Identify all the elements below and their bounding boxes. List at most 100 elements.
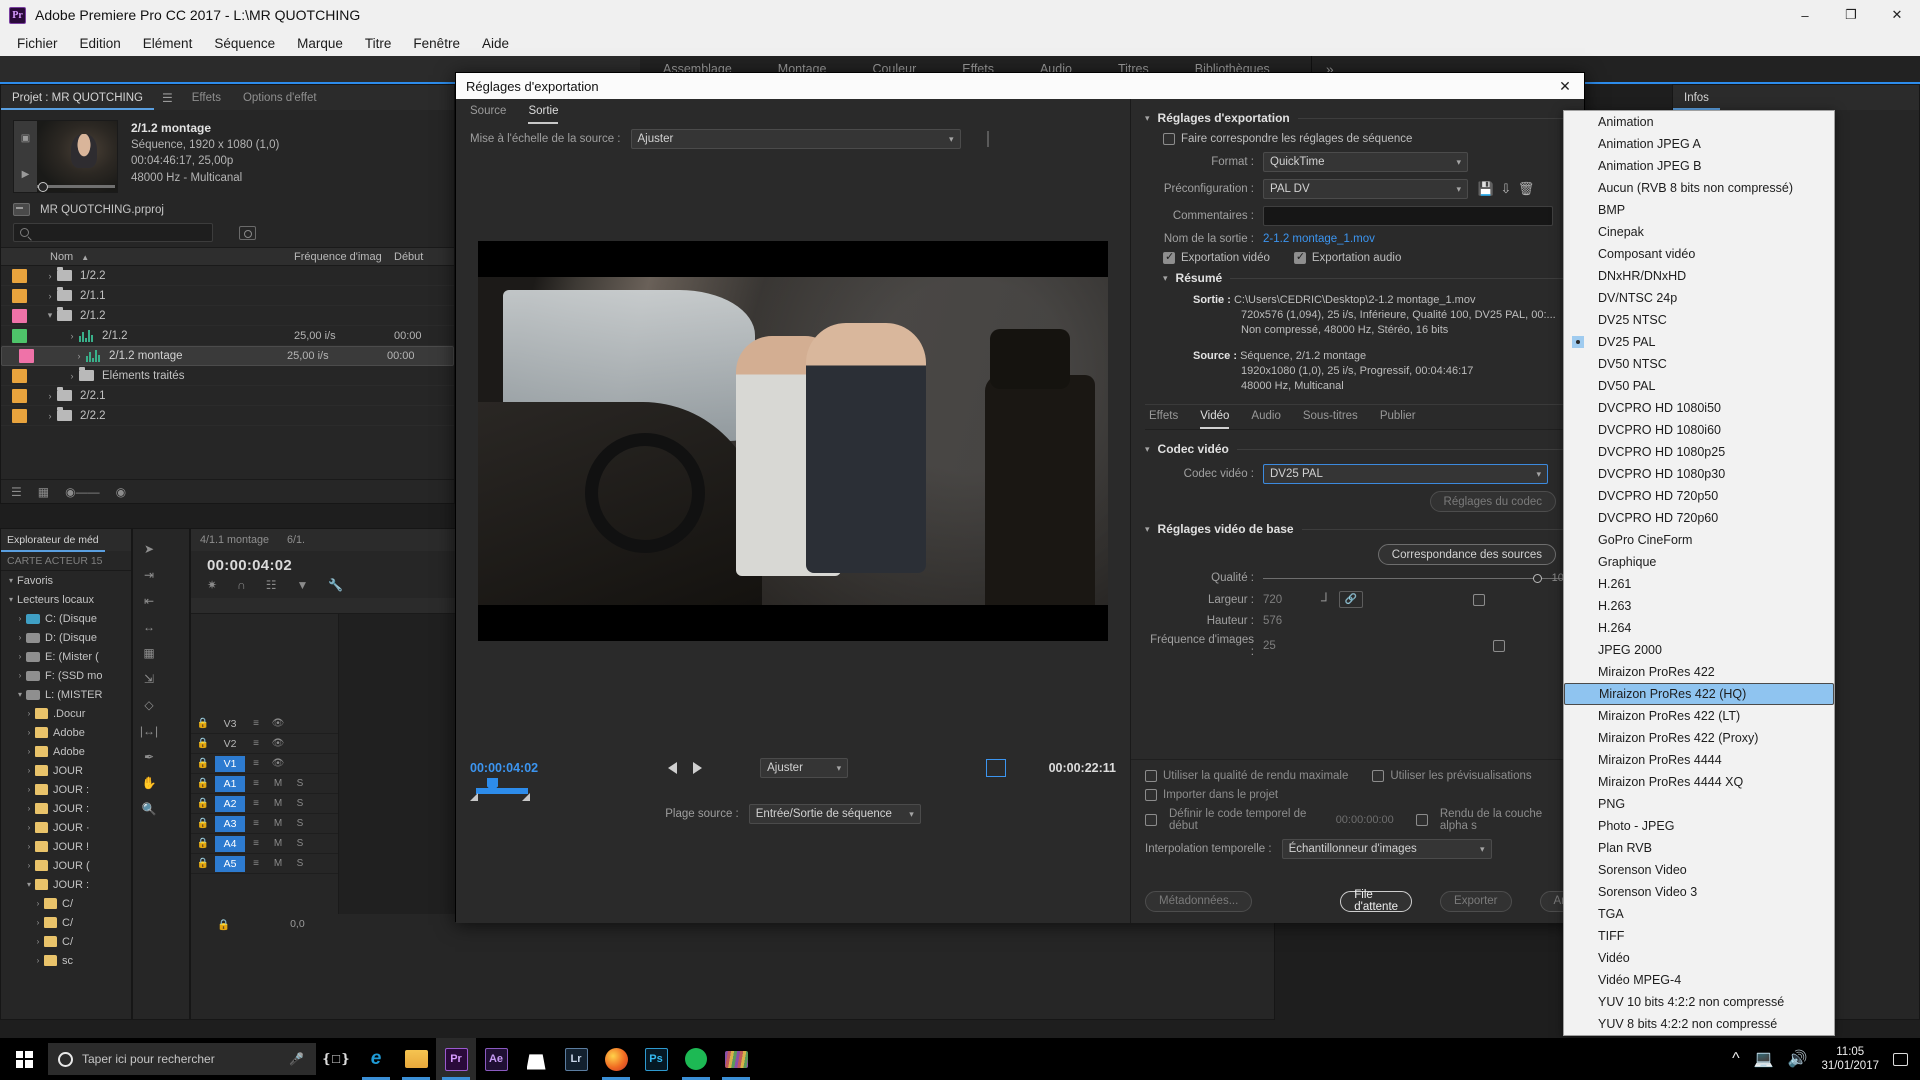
- codec-dropdown-item[interactable]: Miraizon ProRes 4444 XQ: [1564, 771, 1834, 793]
- play-icon[interactable]: ▶: [22, 169, 30, 180]
- timeline-tab-0[interactable]: 4/1.1 montage: [191, 528, 278, 552]
- list-item[interactable]: ›C/: [1, 932, 131, 951]
- expand-arrow-icon[interactable]: ▾: [5, 576, 17, 585]
- ripple-edit-icon[interactable]: ⇤: [137, 589, 161, 613]
- maximize-button[interactable]: ❐: [1828, 0, 1874, 30]
- codec-dropdown-item[interactable]: TIFF: [1564, 925, 1834, 947]
- tab-publier[interactable]: Publier: [1380, 405, 1416, 429]
- table-row[interactable]: ›2/1.1: [1, 286, 454, 306]
- format-select[interactable]: QuickTime ▾: [1263, 152, 1468, 172]
- queue-button[interactable]: File d'attente: [1340, 891, 1412, 912]
- search-input[interactable]: [34, 227, 212, 239]
- microsoft-store-icon[interactable]: [516, 1038, 556, 1080]
- export-button[interactable]: Exporter: [1440, 891, 1511, 912]
- codec-dropdown-item[interactable]: Miraizon ProRes 422: [1564, 661, 1834, 683]
- codec-dropdown-item[interactable]: DVCPRO HD 1080i60: [1564, 419, 1834, 441]
- expand-arrow-icon[interactable]: ›: [23, 823, 35, 832]
- expand-arrow-icon[interactable]: ›: [23, 728, 35, 737]
- list-item[interactable]: ›.Docur: [1, 704, 131, 723]
- minimize-button[interactable]: –: [1782, 0, 1828, 30]
- list-item[interactable]: ▾Favoris: [1, 571, 131, 590]
- column-debut[interactable]: Début: [394, 251, 454, 263]
- taskbar-clock[interactable]: 11:05 31/01/2017: [1821, 1045, 1879, 1073]
- import-preset-icon[interactable]: ⇩: [1496, 180, 1516, 198]
- expand-arrow-icon[interactable]: ›: [23, 861, 35, 870]
- list-item[interactable]: ›JOUR !: [1, 837, 131, 856]
- expand-arrow-icon[interactable]: ›: [65, 331, 79, 341]
- razor-tool-icon[interactable]: ⇲: [137, 667, 161, 691]
- lock-icon[interactable]: 🔒: [191, 718, 215, 729]
- time-interp-select[interactable]: Échantillonneur d'images ▾: [1282, 839, 1492, 859]
- list-item[interactable]: ›Adobe: [1, 723, 131, 742]
- lock-icon[interactable]: 🔒: [191, 838, 215, 849]
- menu-item-marque[interactable]: Marque: [286, 34, 354, 53]
- mute-icon[interactable]: M: [267, 838, 289, 849]
- timeline-track-header[interactable]: 🔒A3≡MS: [191, 814, 338, 834]
- table-row[interactable]: ›2/1.2 montage25,00 i/s00:00: [1, 346, 454, 366]
- after-effects-icon[interactable]: Ae: [476, 1038, 516, 1080]
- winrar-icon[interactable]: [716, 1038, 756, 1080]
- sync-lock-icon[interactable]: ≡: [245, 778, 267, 789]
- table-row[interactable]: ›2/1.225,00 i/s00:00: [1, 326, 454, 346]
- firefox-icon[interactable]: [596, 1038, 636, 1080]
- codec-dropdown-item[interactable]: Aucun (RVB 8 bits non compressé): [1564, 177, 1834, 199]
- track-target-A5[interactable]: A5: [215, 856, 245, 872]
- track-target-V3[interactable]: V3: [215, 716, 245, 732]
- export-audio-checkbox[interactable]: [1294, 252, 1306, 264]
- chevron-down-icon[interactable]: ▾: [1145, 113, 1150, 124]
- tab-effets[interactable]: Effets: [181, 86, 232, 110]
- chevron-down-icon[interactable]: ▾: [1145, 524, 1150, 535]
- menu-item-sequence[interactable]: Séquence: [203, 34, 286, 53]
- track-target-V2[interactable]: V2: [215, 736, 245, 752]
- codec-dropdown-item[interactable]: DV50 NTSC: [1564, 353, 1834, 375]
- video-preview-frame[interactable]: [478, 241, 1108, 641]
- eye-icon[interactable]: 👁: [267, 718, 289, 729]
- preview-fit-select[interactable]: Ajuster ▾: [760, 758, 848, 778]
- out-point-icon[interactable]: [522, 793, 530, 801]
- slider-knob[interactable]: [1533, 574, 1542, 583]
- source-range-select[interactable]: Entrée/Sortie de séquence ▾: [749, 804, 921, 824]
- mute-icon[interactable]: M: [267, 858, 289, 869]
- chevron-down-icon[interactable]: ▾: [1145, 444, 1150, 455]
- menu-item-edition[interactable]: Edition: [69, 34, 132, 53]
- alpha-render-checkbox[interactable]: [1416, 814, 1428, 826]
- sort-icon[interactable]: ◉: [116, 485, 126, 499]
- codec-dropdown-item[interactable]: Cinepak: [1564, 221, 1834, 243]
- list-view-icon[interactable]: ☰: [11, 485, 22, 499]
- max-render-checkbox[interactable]: [1145, 770, 1157, 782]
- set-start-tc-checkbox[interactable]: [1145, 814, 1157, 826]
- list-item[interactable]: ›JOUR ·: [1, 818, 131, 837]
- list-item[interactable]: ›Adobe: [1, 742, 131, 761]
- lock-icon[interactable]: 🔒: [191, 738, 215, 749]
- use-previews-toggle[interactable]: Utiliser les prévisualisations: [1372, 770, 1531, 782]
- lock-icon[interactable]: 🔒: [191, 778, 215, 789]
- codec-dropdown-item[interactable]: Vidéo: [1564, 947, 1834, 969]
- list-item[interactable]: ›JOUR :: [1, 780, 131, 799]
- step-forward-icon[interactable]: [693, 762, 702, 774]
- codec-dropdown-item[interactable]: Animation JPEG A: [1564, 133, 1834, 155]
- task-view-icon[interactable]: ❴□❵: [316, 1038, 356, 1080]
- basic-video-header[interactable]: ▾ Réglages vidéo de base: [1145, 522, 1570, 536]
- zoom-tool-icon[interactable]: 🔍: [137, 797, 161, 821]
- match-sequence-row[interactable]: Faire correspondre les réglages de séque…: [1145, 133, 1570, 145]
- export-video-checkbox[interactable]: [1163, 252, 1175, 264]
- codec-dropdown-item[interactable]: DV25 NTSC: [1564, 309, 1834, 331]
- table-row[interactable]: ▾2/1.2: [1, 306, 454, 326]
- codec-dropdown-item[interactable]: DV25 PAL: [1564, 331, 1834, 353]
- codec-select[interactable]: DV25 PAL ▾: [1263, 464, 1548, 484]
- file-explorer-icon[interactable]: [396, 1038, 436, 1080]
- match-sequence-checkbox[interactable]: [1163, 133, 1175, 145]
- codec-dropdown-item[interactable]: Miraizon ProRes 422 (Proxy): [1564, 727, 1834, 749]
- expand-arrow-icon[interactable]: ›: [43, 391, 57, 401]
- codec-dropdown-item[interactable]: YUV 8 bits 4:2:2 non compressé: [1564, 1013, 1834, 1035]
- expand-arrow-icon[interactable]: ▾: [5, 595, 17, 604]
- column-frequence[interactable]: Fréquence d'imag: [294, 251, 394, 263]
- row-color-tag[interactable]: [12, 309, 27, 323]
- codec-dropdown-item[interactable]: DVCPRO HD 1080i50: [1564, 397, 1834, 419]
- close-button[interactable]: ✕: [1874, 0, 1920, 30]
- list-item[interactable]: ›C/: [1, 894, 131, 913]
- expand-arrow-icon[interactable]: ›: [43, 271, 57, 281]
- codec-dropdown-item[interactable]: Graphique: [1564, 551, 1834, 573]
- expand-arrow-icon[interactable]: ›: [32, 937, 44, 946]
- lock-icon[interactable]: 🔒: [191, 758, 215, 769]
